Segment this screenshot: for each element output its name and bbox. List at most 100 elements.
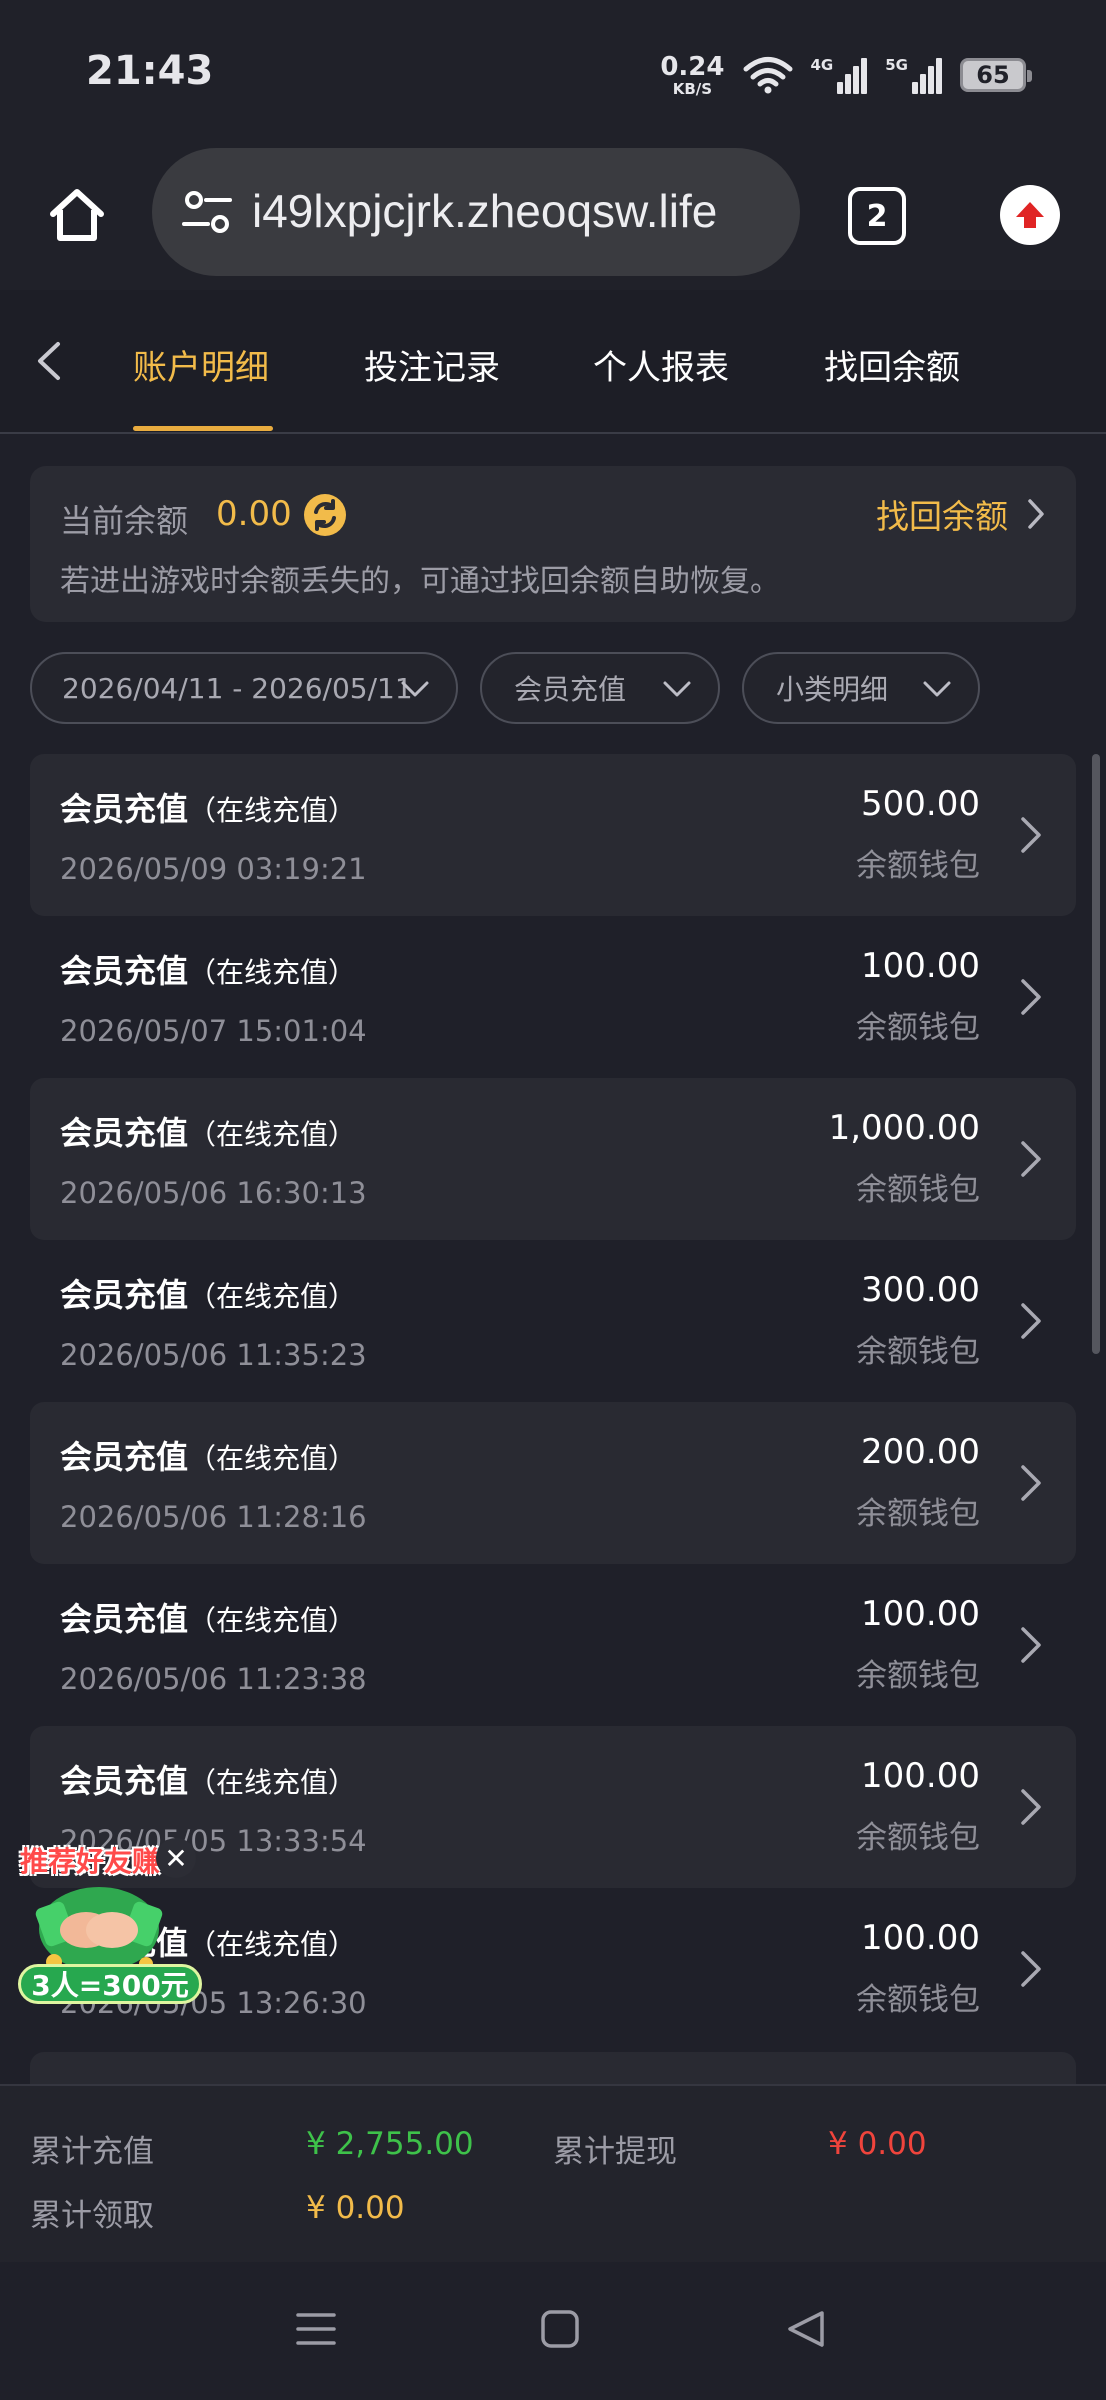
chevron-right-icon — [1021, 979, 1041, 1015]
transaction-time: 2026/05/09 03:19:21 — [60, 852, 367, 886]
summary-panel: 累计充值 ¥ 2,755.00 累计提现 ¥ 0.00 累计领取 ¥ 0.00 — [0, 2084, 1106, 2262]
close-icon[interactable]: ✕ — [156, 1838, 196, 1878]
transaction-row[interactable]: 会员充值（在线充值） 2026/05/09 03:19:21 500.00 余额… — [30, 754, 1076, 916]
home-nav-button[interactable] — [530, 2304, 590, 2354]
transaction-amount: 100.00 — [861, 946, 980, 986]
transaction-row[interactable]: 会员充值（在线充值） 2026/05/06 11:28:16 200.00 余额… — [30, 1402, 1076, 1564]
transaction-row[interactable]: 会员充值（在线充值） 2026/05/06 11:35:23 300.00 余额… — [30, 1240, 1076, 1402]
total-claimed-value: ¥ 0.00 — [306, 2190, 405, 2226]
transaction-title: 会员充值（在线充值） — [60, 1432, 356, 1478]
battery-level: 65 — [976, 61, 1010, 89]
promo-top-text: 推荐好友赚 — [20, 1845, 161, 1878]
promo-bottom-text: 3人=300元 — [18, 1964, 202, 2004]
type-filter[interactable]: 会员充值 — [480, 652, 720, 724]
total-deposit-label: 累计充值 — [30, 2134, 154, 2170]
transaction-time: 2026/05/06 11:28:16 — [60, 1500, 367, 1534]
battery-icon: 65 — [960, 58, 1032, 92]
network-speed-value: 0.24 — [660, 51, 725, 82]
square-icon — [541, 2310, 579, 2348]
site-settings-icon[interactable] — [180, 188, 234, 236]
transaction-wallet: 余额钱包 — [856, 1010, 980, 1046]
home-button[interactable] — [42, 180, 112, 250]
tab-recover-balance[interactable]: 找回余额 — [824, 340, 960, 389]
transaction-subtype: （在线充值） — [188, 1118, 357, 1151]
refresh-icon[interactable] — [302, 492, 348, 538]
browser-toolbar: i49lxpjcjrk.zheoqsw.life 2 — [0, 140, 1106, 290]
balance-label: 当前余额 — [60, 502, 189, 540]
active-tab-indicator — [133, 426, 273, 431]
transaction-subtype: （在线充值） — [188, 1766, 357, 1799]
transaction-row[interactable]: 会员充值（在线充值） 2026/05/06 16:30:13 1,000.00 … — [30, 1078, 1076, 1240]
subtype-filter[interactable]: 小类明细 — [742, 652, 980, 724]
transaction-row[interactable]: 会员充值（在线充值） 2026/05/07 15:01:04 100.00 余额… — [30, 916, 1076, 1078]
transaction-row[interactable]: 会员充值（在线充值） 2026/05/06 11:23:38 100.00 余额… — [30, 1564, 1076, 1726]
balance-value: 0.00 — [216, 494, 292, 534]
transaction-subtype: （在线充值） — [188, 1604, 357, 1637]
chevron-right-icon — [1028, 499, 1044, 529]
chevron-right-icon — [1021, 1141, 1041, 1177]
recover-balance-label: 找回余额 — [876, 497, 1008, 536]
url-text: i49lxpjcjrk.zheoqsw.life — [252, 185, 718, 237]
transaction-wallet: 余额钱包 — [856, 848, 980, 884]
date-range-filter[interactable]: 2026/04/11 - 2026/05/11 — [30, 652, 458, 724]
recover-balance-link[interactable]: 找回余额 — [876, 490, 1046, 538]
total-claimed-label: 累计领取 — [30, 2198, 154, 2234]
network-speed: 0.24 KB/S — [660, 54, 724, 97]
cell-signal-4g-icon: 4G — [811, 56, 868, 94]
transaction-type: 会员充值 — [60, 790, 189, 828]
transaction-type: 会员充值 — [60, 1114, 189, 1152]
menu-button[interactable] — [286, 2304, 346, 2354]
type-filter-value: 会员充值 — [514, 673, 627, 706]
tab-account-details[interactable]: 账户明细 — [133, 340, 269, 389]
chevron-right-icon — [1021, 1303, 1041, 1339]
tab-switcher-button[interactable]: 2 — [848, 187, 906, 245]
subtype-filter-value: 小类明细 — [776, 673, 889, 706]
transaction-title: 会员充值（在线充值） — [60, 1108, 356, 1154]
transaction-time: 2026/05/06 11:35:23 — [60, 1338, 367, 1372]
transaction-title: 会员充值（在线充值） — [60, 784, 356, 830]
transaction-amount: 100.00 — [861, 1918, 980, 1958]
transaction-title: 会员充值（在线充值） — [60, 1756, 356, 1802]
back-icon[interactable] — [30, 338, 70, 384]
chevron-down-icon — [663, 681, 691, 697]
transaction-wallet: 余额钱包 — [856, 1172, 980, 1208]
status-indicators: 0.24 KB/S 4G 5G 65 — [660, 52, 1032, 98]
transaction-subtype: （在线充值） — [188, 1280, 357, 1313]
total-withdraw-label: 累计提现 — [553, 2134, 677, 2170]
chevron-right-icon — [1021, 1951, 1041, 1987]
transaction-type: 会员充值 — [60, 1276, 189, 1314]
chevron-down-icon — [401, 681, 429, 697]
total-deposit-value: ¥ 2,755.00 — [306, 2126, 474, 2162]
chevron-right-icon — [1021, 1627, 1041, 1663]
transaction-type: 会员充值 — [60, 952, 189, 990]
handshake-icon — [35, 1887, 163, 1971]
address-bar[interactable]: i49lxpjcjrk.zheoqsw.life — [152, 148, 800, 276]
home-icon — [50, 189, 104, 241]
tab-bet-records[interactable]: 投注记录 — [364, 340, 500, 389]
triangle-back-icon — [788, 2311, 824, 2347]
wifi-icon — [743, 57, 792, 94]
scrollbar[interactable] — [1092, 754, 1100, 1354]
transaction-title: 会员充值（在线充值） — [60, 1594, 356, 1640]
transaction-type: 会员充值 — [60, 1600, 189, 1638]
transaction-wallet: 余额钱包 — [856, 1982, 980, 2018]
referral-promo-widget[interactable]: 推荐好友赚 ✕ 3人=300元 — [12, 1828, 202, 2010]
transaction-amount: 1,000.00 — [828, 1108, 980, 1148]
transaction-amount: 200.00 — [861, 1432, 980, 1472]
network-speed-unit: KB/S — [672, 79, 713, 98]
status-time: 21:43 — [86, 48, 214, 94]
transaction-subtype: （在线充值） — [188, 1442, 357, 1475]
transaction-type: 会员充值 — [60, 1762, 189, 1800]
tab-bar: 账户明细 投注记录 个人报表 找回余额 — [0, 290, 1106, 434]
transaction-type: 会员充值 — [60, 1438, 189, 1476]
transaction-subtype: （在线充值） — [188, 956, 357, 989]
system-navigation-bar — [0, 2262, 1106, 2400]
tab-personal-report[interactable]: 个人报表 — [593, 340, 729, 389]
balance-card: 当前余额 0.00 找回余额 若进出游戏时余额丢失的，可通过找回余额自助恢复。 — [30, 466, 1076, 622]
transaction-amount: 500.00 — [861, 784, 980, 824]
status-bar: 21:43 0.24 KB/S 4G 5G 65 — [0, 0, 1106, 140]
transaction-time: 2026/05/06 16:30:13 — [60, 1176, 367, 1210]
upgrade-icon[interactable] — [1000, 185, 1060, 245]
date-range-value: 2026/04/11 - 2026/05/11 — [62, 671, 413, 705]
back-nav-button[interactable] — [776, 2304, 836, 2354]
